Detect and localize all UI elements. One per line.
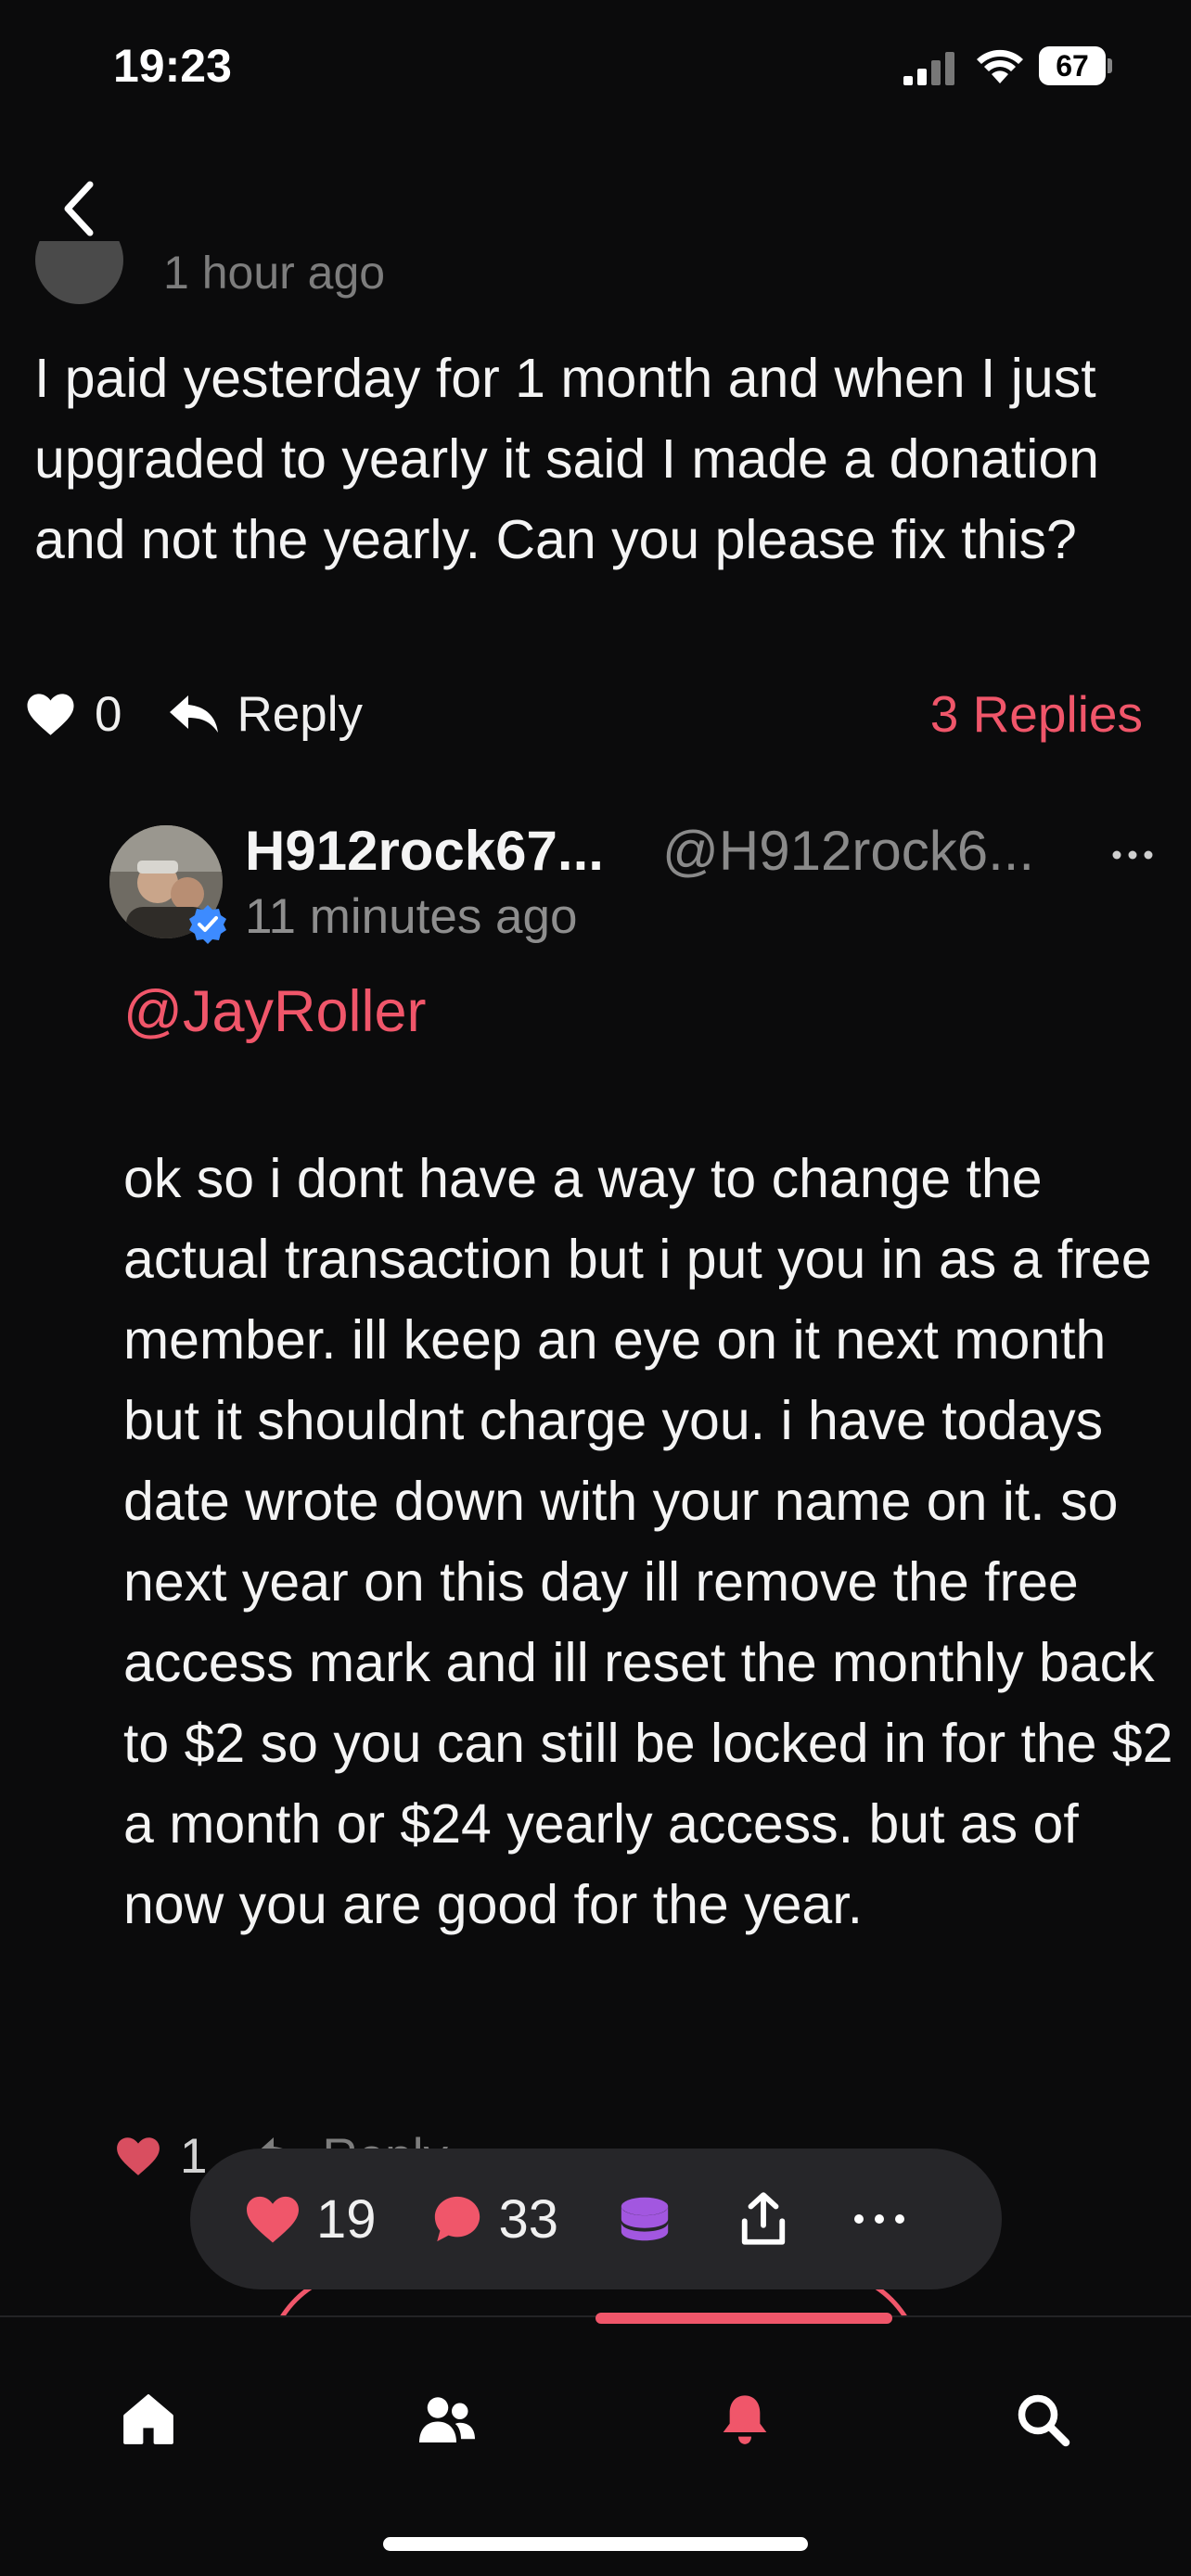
- verified-badge-icon: [189, 905, 226, 944]
- like-count: 0: [95, 686, 122, 742]
- coins-button[interactable]: [616, 2193, 673, 2245]
- like-count: 19: [316, 2188, 377, 2250]
- like-button[interactable]: 19: [244, 2188, 377, 2251]
- reply-author-handle[interactable]: @H912rock6...: [662, 819, 1034, 883]
- share-button[interactable]: [738, 2191, 788, 2247]
- reply-time: 11 minutes ago: [245, 889, 578, 944]
- active-tab-indicator: [596, 2313, 892, 2324]
- bell-icon: [723, 2395, 767, 2444]
- search-icon: [1018, 2394, 1070, 2447]
- reply-label: Reply: [237, 686, 363, 742]
- parent-comment-text: I paid yesterday for 1 month and when I …: [34, 348, 1099, 570]
- battery-icon: 67: [1039, 46, 1112, 85]
- parent-comment-actions: 0 Reply 3 Replies: [25, 682, 1143, 746]
- tab-people[interactable]: [415, 2387, 480, 2452]
- wifi-icon: [977, 49, 1023, 83]
- battery-level: 67: [1056, 49, 1089, 83]
- heart-icon: [247, 2196, 299, 2243]
- floating-action-bar: 19 33: [190, 2149, 1002, 2289]
- reply-text: ok so i dont have a way to change the ac…: [123, 1148, 1173, 1935]
- status-bar: 19:23 67: [0, 0, 1191, 139]
- people-icon: [419, 2397, 475, 2442]
- reply-button[interactable]: Reply: [168, 686, 363, 743]
- replies-count-link[interactable]: 3 Replies: [930, 684, 1143, 744]
- parent-comment-avatar[interactable]: [35, 241, 123, 304]
- home-icon: [123, 2394, 173, 2444]
- coins-icon: [621, 2197, 669, 2241]
- tab-search[interactable]: [1010, 2387, 1075, 2452]
- like-count: 1: [180, 2128, 208, 2184]
- more-icon: [854, 2214, 905, 2224]
- chevron-left-icon: [64, 181, 94, 236]
- share-icon: [741, 2192, 786, 2245]
- comment-icon: [434, 2196, 480, 2242]
- heart-icon[interactable]: [25, 691, 76, 737]
- more-options-icon[interactable]: [1109, 832, 1156, 878]
- back-button[interactable]: [51, 176, 107, 241]
- tab-home[interactable]: [116, 2387, 181, 2452]
- comment-count: 33: [498, 2188, 559, 2250]
- heart-filled-icon[interactable]: [115, 2135, 161, 2177]
- reply-arrow-icon: [170, 695, 219, 733]
- parent-comment-time: 1 hour ago: [163, 255, 386, 299]
- reply-author-name[interactable]: H912rock67...: [245, 819, 604, 883]
- tab-notifications[interactable]: [712, 2387, 777, 2452]
- cellular-signal-icon: [903, 52, 954, 85]
- comment-button[interactable]: 33: [430, 2188, 559, 2251]
- mention-link[interactable]: @JayRoller: [123, 978, 427, 1045]
- home-indicator[interactable]: [383, 2537, 808, 2551]
- status-time: 19:23: [113, 40, 232, 92]
- more-actions-button[interactable]: [852, 2210, 907, 2228]
